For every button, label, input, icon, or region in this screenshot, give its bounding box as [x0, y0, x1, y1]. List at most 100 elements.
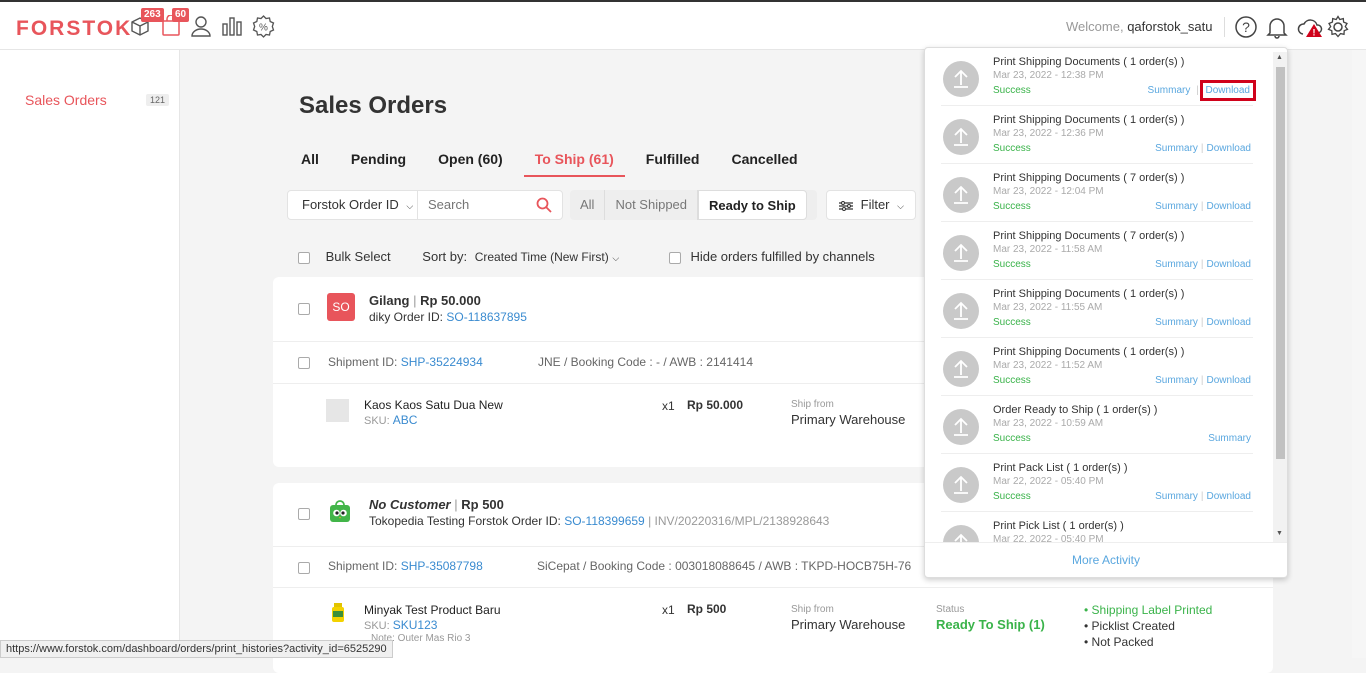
activity-date: Mar 22, 2022 - 05:40 PM	[993, 534, 1104, 542]
download-link[interactable]: Download	[1207, 375, 1251, 386]
activity-status: Success	[993, 317, 1031, 328]
shipment-id-link[interactable]: SHP-35224934	[401, 355, 483, 369]
order-checkbox[interactable]	[298, 303, 310, 315]
summary-link[interactable]: Summary	[1155, 317, 1198, 328]
activity-item: Print Shipping Documents ( 1 order(s) ) …	[941, 280, 1253, 338]
customer-name: Gilang	[369, 293, 410, 308]
link-separator: |	[1200, 201, 1204, 212]
tab-cancelled[interactable]: Cancelled	[720, 141, 808, 177]
download-link[interactable]: Download	[1207, 317, 1251, 328]
hide-fulfilled-checkbox[interactable]	[668, 251, 681, 264]
chevron-down-icon: ⌵	[612, 253, 620, 263]
upload-arrow-icon	[943, 467, 979, 503]
summary-link[interactable]: Summary	[1155, 375, 1198, 386]
search-input[interactable]	[428, 197, 528, 212]
summary-link[interactable]: Summary	[1208, 433, 1251, 444]
more-activity-link[interactable]: More Activity	[925, 542, 1287, 578]
activity-status: Success	[993, 259, 1031, 270]
download-link[interactable]: Download	[1207, 259, 1251, 270]
activity-date: Mar 23, 2022 - 12:38 PM	[993, 70, 1104, 81]
filter-button[interactable]: Filter ⌵	[826, 190, 916, 220]
checklist-item: • Not Packed	[1084, 635, 1154, 649]
page-scrollbar[interactable]	[1352, 50, 1366, 658]
shipment-id-link[interactable]: SHP-35087798	[401, 559, 483, 573]
order-checkbox[interactable]	[298, 508, 310, 520]
download-link[interactable]: Download	[1199, 80, 1257, 101]
summary-link[interactable]: Summary	[1155, 201, 1198, 212]
ship-filter-all[interactable]: All	[570, 190, 606, 220]
tokopedia-logo-icon	[328, 498, 352, 529]
order-total: Rp 50.000	[420, 293, 481, 308]
scroll-thumb[interactable]	[1276, 67, 1285, 459]
summary-link[interactable]: Summary	[1155, 259, 1198, 270]
shipment-line: Shipment ID: SHP-35087798	[328, 559, 483, 573]
analytics-chart-icon[interactable]	[221, 15, 243, 42]
invoice-number: INV/20220316/MPL/2138928643	[654, 514, 830, 528]
activity-cloud-alert-icon[interactable]: !	[1297, 15, 1325, 44]
summary-link[interactable]: Summary	[1148, 85, 1191, 96]
product-sku-line: SKU: SKU123	[364, 618, 437, 632]
order-id-link[interactable]: SO-118399659	[564, 514, 645, 528]
notification-bell-icon[interactable]	[1266, 15, 1288, 44]
activity-title: Order Ready to Ship ( 1 order(s) )	[993, 404, 1158, 416]
link-separator: |	[1200, 491, 1204, 502]
search-field-dropdown[interactable]: Forstok Order ID ⌵	[288, 191, 418, 219]
sidebar-item-sales-orders[interactable]: Sales Orders	[25, 92, 107, 108]
chevron-down-icon: ⌵	[406, 201, 414, 211]
popover-scrollbar[interactable]: ▲ ▼	[1273, 52, 1287, 542]
activity-title: Print Shipping Documents ( 7 order(s) )	[993, 172, 1185, 184]
summary-link[interactable]: Summary	[1155, 143, 1198, 154]
activity-status: Success	[993, 433, 1031, 444]
tab-pending[interactable]: Pending	[340, 141, 417, 177]
ship-filter-not-shipped[interactable]: Not Shipped	[605, 190, 699, 220]
channel-avatar: SO	[327, 293, 355, 321]
activity-item: Print Shipping Documents ( 1 order(s) ) …	[941, 338, 1253, 396]
activity-status: Success	[993, 201, 1031, 212]
settings-gear-icon[interactable]	[1326, 15, 1350, 44]
sku-link[interactable]: SKU123	[393, 618, 438, 632]
fulfillment-checklist: • Shipping Label Printed • Picklist Crea…	[1084, 602, 1212, 650]
download-link[interactable]: Download	[1207, 201, 1251, 212]
activity-popover: Print Shipping Documents ( 1 order(s) ) …	[924, 47, 1288, 578]
help-icon[interactable]: ?	[1234, 15, 1258, 44]
scroll-up-arrow-icon[interactable]: ▲	[1276, 54, 1283, 61]
ship-filter-ready-to-ship[interactable]: Ready to Ship	[698, 190, 807, 220]
activity-links: Summary | Download	[1155, 491, 1251, 502]
summary-link[interactable]: Summary	[1155, 491, 1198, 502]
sku-link[interactable]: ABC	[393, 413, 418, 427]
checklist-item: • Shipping Label Printed	[1084, 603, 1213, 617]
status-label: Status	[936, 604, 965, 615]
username[interactable]: qaforstok_satu	[1127, 19, 1212, 34]
tab-open[interactable]: Open (60)	[427, 141, 514, 177]
tab-to-ship[interactable]: To Ship (61)	[523, 141, 625, 177]
link-separator: |	[1200, 143, 1204, 154]
tab-all[interactable]: All	[290, 141, 330, 177]
activity-item: Print Shipping Documents ( 1 order(s) ) …	[941, 106, 1253, 164]
activity-item: Print Shipping Documents ( 7 order(s) ) …	[941, 222, 1253, 280]
download-link[interactable]: Download	[1207, 143, 1251, 154]
link-separator: |	[1196, 85, 1199, 96]
activity-item: Print Pick List ( 1 order(s) ) Mar 22, 2…	[941, 512, 1253, 542]
courier-info: SiCepat / Booking Code : 003018088645 / …	[537, 559, 912, 573]
activity-title: Print Shipping Documents ( 7 order(s) )	[993, 230, 1185, 242]
upload-arrow-icon	[943, 351, 979, 387]
forstok-logo[interactable]: FORSTOK	[16, 17, 132, 41]
tab-fulfilled[interactable]: Fulfilled	[635, 141, 711, 177]
upload-arrow-icon	[943, 409, 979, 445]
page-title: Sales Orders	[299, 92, 448, 119]
shipment-checkbox[interactable]	[298, 357, 310, 369]
order-id-link[interactable]: SO-118637895	[446, 310, 527, 324]
customer-user-icon[interactable]	[191, 15, 211, 42]
bulk-select-checkbox[interactable]	[298, 251, 310, 264]
link-separator: |	[1200, 259, 1204, 270]
sort-dropdown[interactable]: Created Time (New First)	[475, 250, 609, 264]
search-icon[interactable]	[536, 197, 552, 218]
link-separator: |	[1200, 375, 1204, 386]
shipment-id-label: Shipment ID:	[328, 559, 398, 573]
download-link[interactable]: Download	[1207, 491, 1251, 502]
item-quantity: x1	[662, 603, 675, 617]
checklist-label: Shipping Label Printed	[1091, 603, 1213, 617]
scroll-down-arrow-icon[interactable]: ▼	[1276, 530, 1283, 537]
promotion-percent-icon[interactable]: %	[252, 15, 275, 43]
shipment-checkbox[interactable]	[298, 562, 310, 574]
